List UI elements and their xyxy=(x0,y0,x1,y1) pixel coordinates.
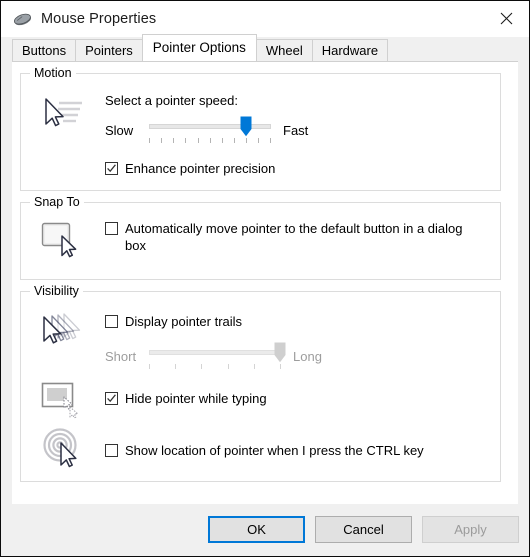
display-trails-row[interactable]: Display pointer trails xyxy=(105,313,242,330)
slider-thumb[interactable] xyxy=(240,116,252,137)
pointer-speed-icon xyxy=(45,98,82,127)
show-location-row[interactable]: Show location of pointer when I press th… xyxy=(105,442,424,459)
ctrl-locate-pointer-icon xyxy=(43,428,77,468)
enhance-precision-row[interactable]: Enhance pointer precision xyxy=(105,160,275,177)
pointer-trails-icon xyxy=(43,313,81,344)
display-trails-label: Display pointer trails xyxy=(125,314,243,329)
motion-group: Motion Select a pointer speed: Slow Fast… xyxy=(20,66,501,191)
window-title: Mouse Properties xyxy=(41,11,157,27)
hide-pointer-typing-label: Hide pointer while typing xyxy=(125,391,267,406)
apply-button: Apply xyxy=(422,516,519,543)
tab-pointers[interactable]: Pointers xyxy=(75,39,143,61)
tab-buttons[interactable]: Buttons xyxy=(12,39,77,61)
visibility-group: Visibility Display pointer trails Short xyxy=(20,284,501,482)
trails-long-label: Long xyxy=(293,349,322,364)
pointer-trails-slider[interactable] xyxy=(149,342,286,370)
tab-wheel[interactable]: Wheel xyxy=(255,39,313,61)
slider-fast-label: Fast xyxy=(283,123,309,138)
snap-to-group: Snap To Automatically move pointer to th… xyxy=(20,195,501,280)
tab-pointer-options[interactable]: Pointer Options xyxy=(141,34,257,61)
snap-to-group-title: Snap To xyxy=(30,195,84,209)
snap-to-label: Automatically move pointer to the defaul… xyxy=(125,221,463,253)
trails-slider-track xyxy=(149,350,281,355)
trails-short-label: Short xyxy=(105,349,137,364)
close-icon[interactable] xyxy=(484,1,529,35)
slider-track xyxy=(149,124,271,129)
visibility-group-title: Visibility xyxy=(30,284,83,298)
display-trails-checkbox[interactable] xyxy=(105,315,118,328)
trails-slider-thumb[interactable] xyxy=(274,342,286,363)
tab-hardware[interactable]: Hardware xyxy=(311,39,389,61)
pointer-options-page: Motion Select a pointer speed: Slow Fast… xyxy=(12,61,518,504)
pointer-speed-label: Select a pointer speed: xyxy=(105,93,238,108)
cancel-button[interactable]: Cancel xyxy=(315,516,412,543)
pointer-speed-slider[interactable] xyxy=(149,116,271,144)
slider-slow-label: Slow xyxy=(105,123,134,138)
ok-button[interactable]: OK xyxy=(208,516,305,543)
mouse-icon xyxy=(13,13,32,26)
tab-strip: Buttons Pointers Pointer Options Wheel H… xyxy=(1,34,529,61)
snap-to-checkbox[interactable] xyxy=(105,222,118,235)
trails-slider-ticks xyxy=(149,364,281,369)
enhance-precision-label: Enhance pointer precision xyxy=(125,161,276,176)
hide-pointer-typing-checkbox[interactable] xyxy=(105,392,118,405)
hide-pointer-typing-icon xyxy=(41,382,79,419)
enhance-precision-checkbox[interactable] xyxy=(105,162,118,175)
mouse-properties-window: Mouse Properties Buttons Pointers Pointe… xyxy=(0,0,530,557)
slider-ticks xyxy=(149,138,271,143)
snap-to-row[interactable]: Automatically move pointer to the defaul… xyxy=(105,220,477,254)
hide-pointer-typing-row[interactable]: Hide pointer while typing xyxy=(105,390,267,407)
show-location-checkbox[interactable] xyxy=(105,444,118,457)
snap-to-button-icon xyxy=(41,222,77,258)
motion-group-title: Motion xyxy=(30,66,76,80)
show-location-label: Show location of pointer when I press th… xyxy=(125,443,424,458)
title-bar: Mouse Properties xyxy=(1,1,529,37)
dialog-button-bar: OK Cancel Apply xyxy=(1,504,529,556)
